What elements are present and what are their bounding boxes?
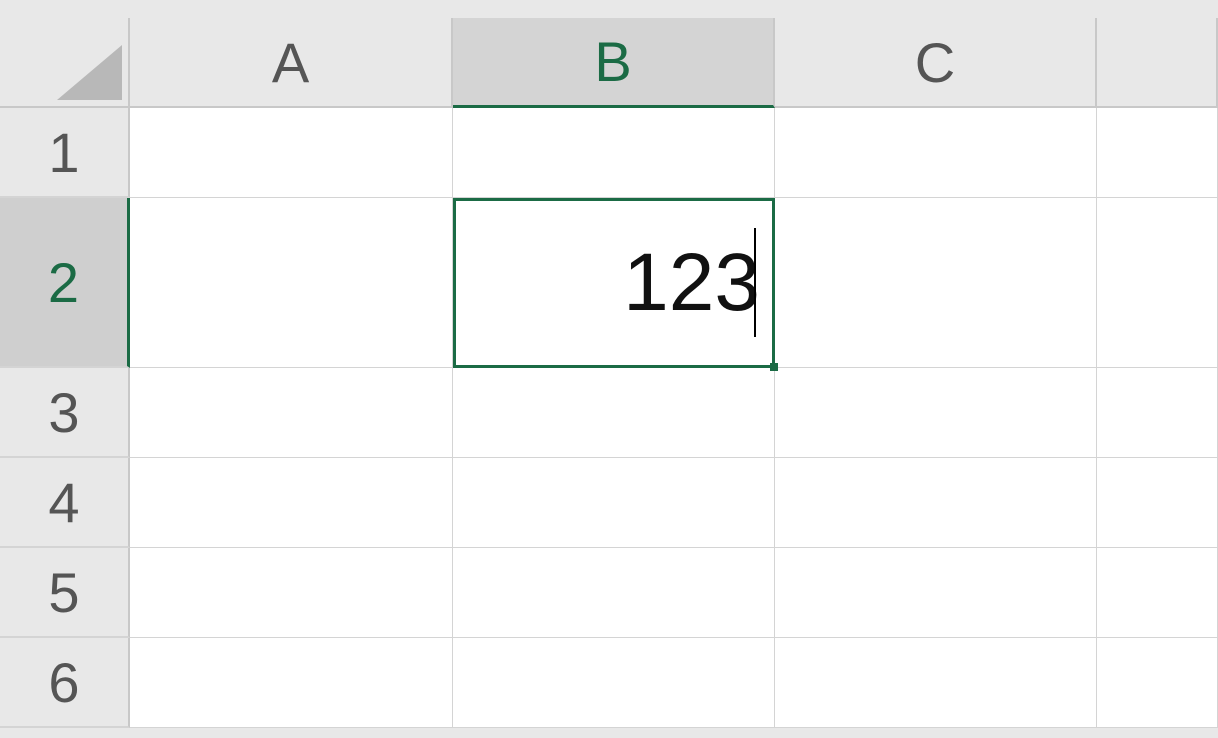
- column-header-C[interactable]: C: [775, 18, 1097, 108]
- column-header-B[interactable]: B: [453, 18, 775, 108]
- cell-A5[interactable]: [130, 548, 453, 638]
- row-header-6[interactable]: 6: [0, 638, 130, 728]
- cell-C5[interactable]: [775, 548, 1097, 638]
- cell-B4[interactable]: [453, 458, 775, 548]
- row-header-2[interactable]: 2: [0, 198, 130, 368]
- spreadsheet-grid: A B C 1 2 123 3: [0, 0, 1218, 738]
- cell-B6[interactable]: [453, 638, 775, 728]
- row-header-5[interactable]: 5: [0, 548, 130, 638]
- cell-C2[interactable]: [775, 198, 1097, 368]
- rows-container: 1 2 123 3 4: [0, 108, 1218, 728]
- row-header-4[interactable]: 4: [0, 458, 130, 548]
- select-all-corner[interactable]: [0, 18, 130, 108]
- column-header-A[interactable]: A: [130, 18, 453, 108]
- cell-A1[interactable]: [130, 108, 453, 198]
- row-header-1[interactable]: 1: [0, 108, 130, 198]
- cell-C1[interactable]: [775, 108, 1097, 198]
- column-headers: A B C: [0, 18, 1218, 108]
- fill-handle[interactable]: [770, 363, 778, 371]
- cell-A6[interactable]: [130, 638, 453, 728]
- cell-D1[interactable]: [1097, 108, 1218, 198]
- cell-D3[interactable]: [1097, 368, 1218, 458]
- cell-D6[interactable]: [1097, 638, 1218, 728]
- cell-value: 123: [623, 236, 760, 330]
- cell-C6[interactable]: [775, 638, 1097, 728]
- cell-B5[interactable]: [453, 548, 775, 638]
- cell-C3[interactable]: [775, 368, 1097, 458]
- cell-D4[interactable]: [1097, 458, 1218, 548]
- cell-A3[interactable]: [130, 368, 453, 458]
- cell-B2[interactable]: 123: [453, 198, 775, 368]
- cell-D2[interactable]: [1097, 198, 1218, 368]
- text-cursor: [754, 228, 756, 336]
- row-header-3[interactable]: 3: [0, 368, 130, 458]
- cell-B1[interactable]: [453, 108, 775, 198]
- cell-B3[interactable]: [453, 368, 775, 458]
- cell-C4[interactable]: [775, 458, 1097, 548]
- column-header-D[interactable]: [1097, 18, 1218, 108]
- cell-A2[interactable]: [130, 198, 453, 368]
- cell-A4[interactable]: [130, 458, 453, 548]
- cell-D5[interactable]: [1097, 548, 1218, 638]
